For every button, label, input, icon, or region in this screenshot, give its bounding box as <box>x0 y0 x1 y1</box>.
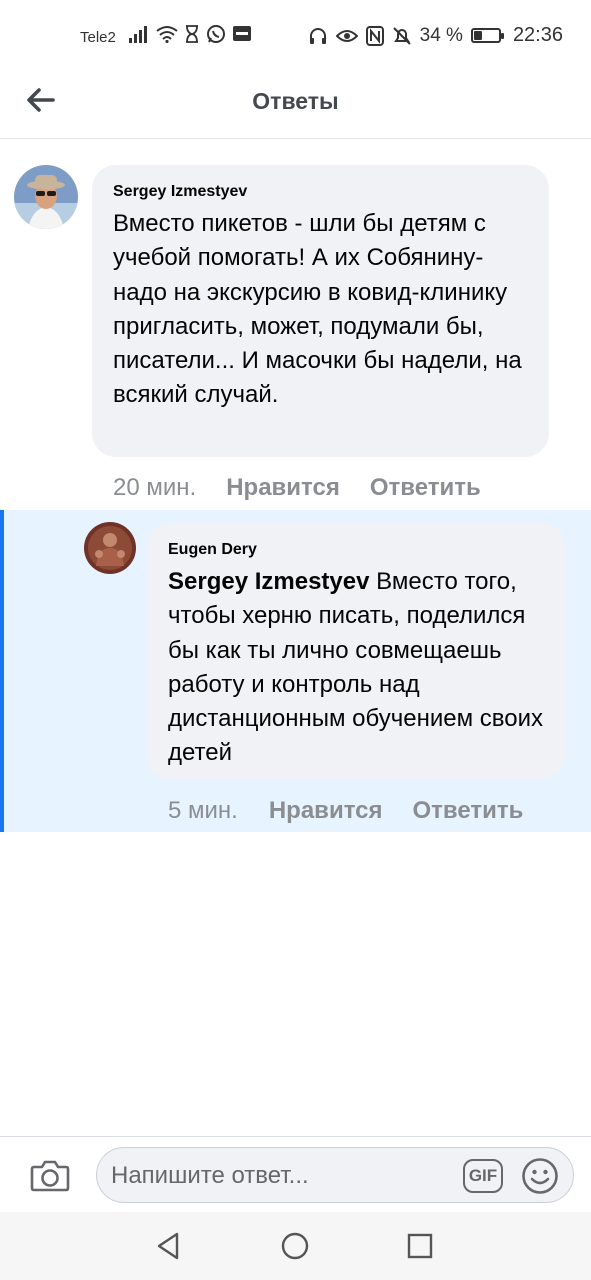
reply-avatar-photo <box>84 522 136 574</box>
reply-avatar[interactable] <box>84 522 136 574</box>
signal-icon <box>129 26 147 43</box>
gif-button[interactable]: GIF <box>463 1159 503 1193</box>
whatsapp-icon <box>207 25 225 43</box>
status-icons-right: 34 % 22:36 <box>308 24 563 47</box>
avatar[interactable] <box>14 165 78 229</box>
reply-thread-highlight: Eugen Dery Sergey Izmestyev Вместо того,… <box>0 510 591 832</box>
status-icons-left <box>128 24 252 44</box>
reply-time: 5 мин. <box>168 797 238 824</box>
headphones-icon <box>309 27 326 44</box>
hourglass-icon <box>186 25 198 43</box>
reply-input[interactable] <box>109 1148 453 1204</box>
reply-indicator-bar <box>0 510 4 832</box>
home-circle-icon[interactable] <box>279 1230 311 1262</box>
mute-bell-icon <box>392 26 411 45</box>
system-nav-bar <box>0 1212 591 1280</box>
comment-bubble: Sergey Izmestyev Вместо пикетов - шли бы… <box>92 165 549 457</box>
reply-composer: GIF <box>0 1136 591 1213</box>
like-button[interactable]: Нравится <box>226 474 340 502</box>
reply-actions: 5 мин. Нравится Ответить <box>168 797 523 825</box>
mention-link[interactable]: Sergey Izmestyev <box>168 568 369 595</box>
reply-reply-button[interactable]: Ответить <box>412 797 523 825</box>
back-triangle-icon[interactable] <box>153 1230 185 1262</box>
avatar-photo <box>14 165 78 229</box>
camera-icon[interactable] <box>30 1157 70 1193</box>
app-header: Ответы <box>0 72 591 139</box>
comment-text: Вместо пикетов - шли бы детям с учебой п… <box>113 210 522 409</box>
eye-icon <box>335 29 358 42</box>
clock: 22:36 <box>512 24 563 46</box>
comment-author[interactable]: Sergey Izmestyev <box>113 183 529 201</box>
comment-time: 20 мин. <box>113 474 197 501</box>
emoji-icon[interactable] <box>521 1157 559 1195</box>
reply-button[interactable]: Ответить <box>370 474 481 502</box>
wifi-icon <box>156 26 178 43</box>
comment-actions: 20 мин. Нравится Ответить <box>113 474 481 502</box>
reply-bubble: Eugen Dery Sergey Izmestyev Вместо того,… <box>147 523 565 780</box>
battery-level <box>473 31 482 40</box>
carrier-label: Tele2 <box>80 29 116 46</box>
recents-square-icon[interactable] <box>404 1230 436 1262</box>
battery-percent: 34 % <box>419 24 463 46</box>
nfc-icon <box>365 25 384 46</box>
status-bar: Tele2 34 % 22:36 <box>0 0 591 72</box>
battery-icon <box>470 28 504 43</box>
reply-body: Вместо того, чтобы херню писать, поделил… <box>168 568 543 767</box>
page-title: Ответы <box>252 88 339 114</box>
reply-author[interactable]: Eugen Dery <box>168 541 547 559</box>
reply-like-button[interactable]: Нравится <box>269 797 383 825</box>
reply-input-box[interactable]: GIF <box>96 1147 574 1204</box>
sms-icon <box>233 26 251 41</box>
reply-text: Sergey Izmestyev Вместо того, чтобы херн… <box>168 565 547 771</box>
